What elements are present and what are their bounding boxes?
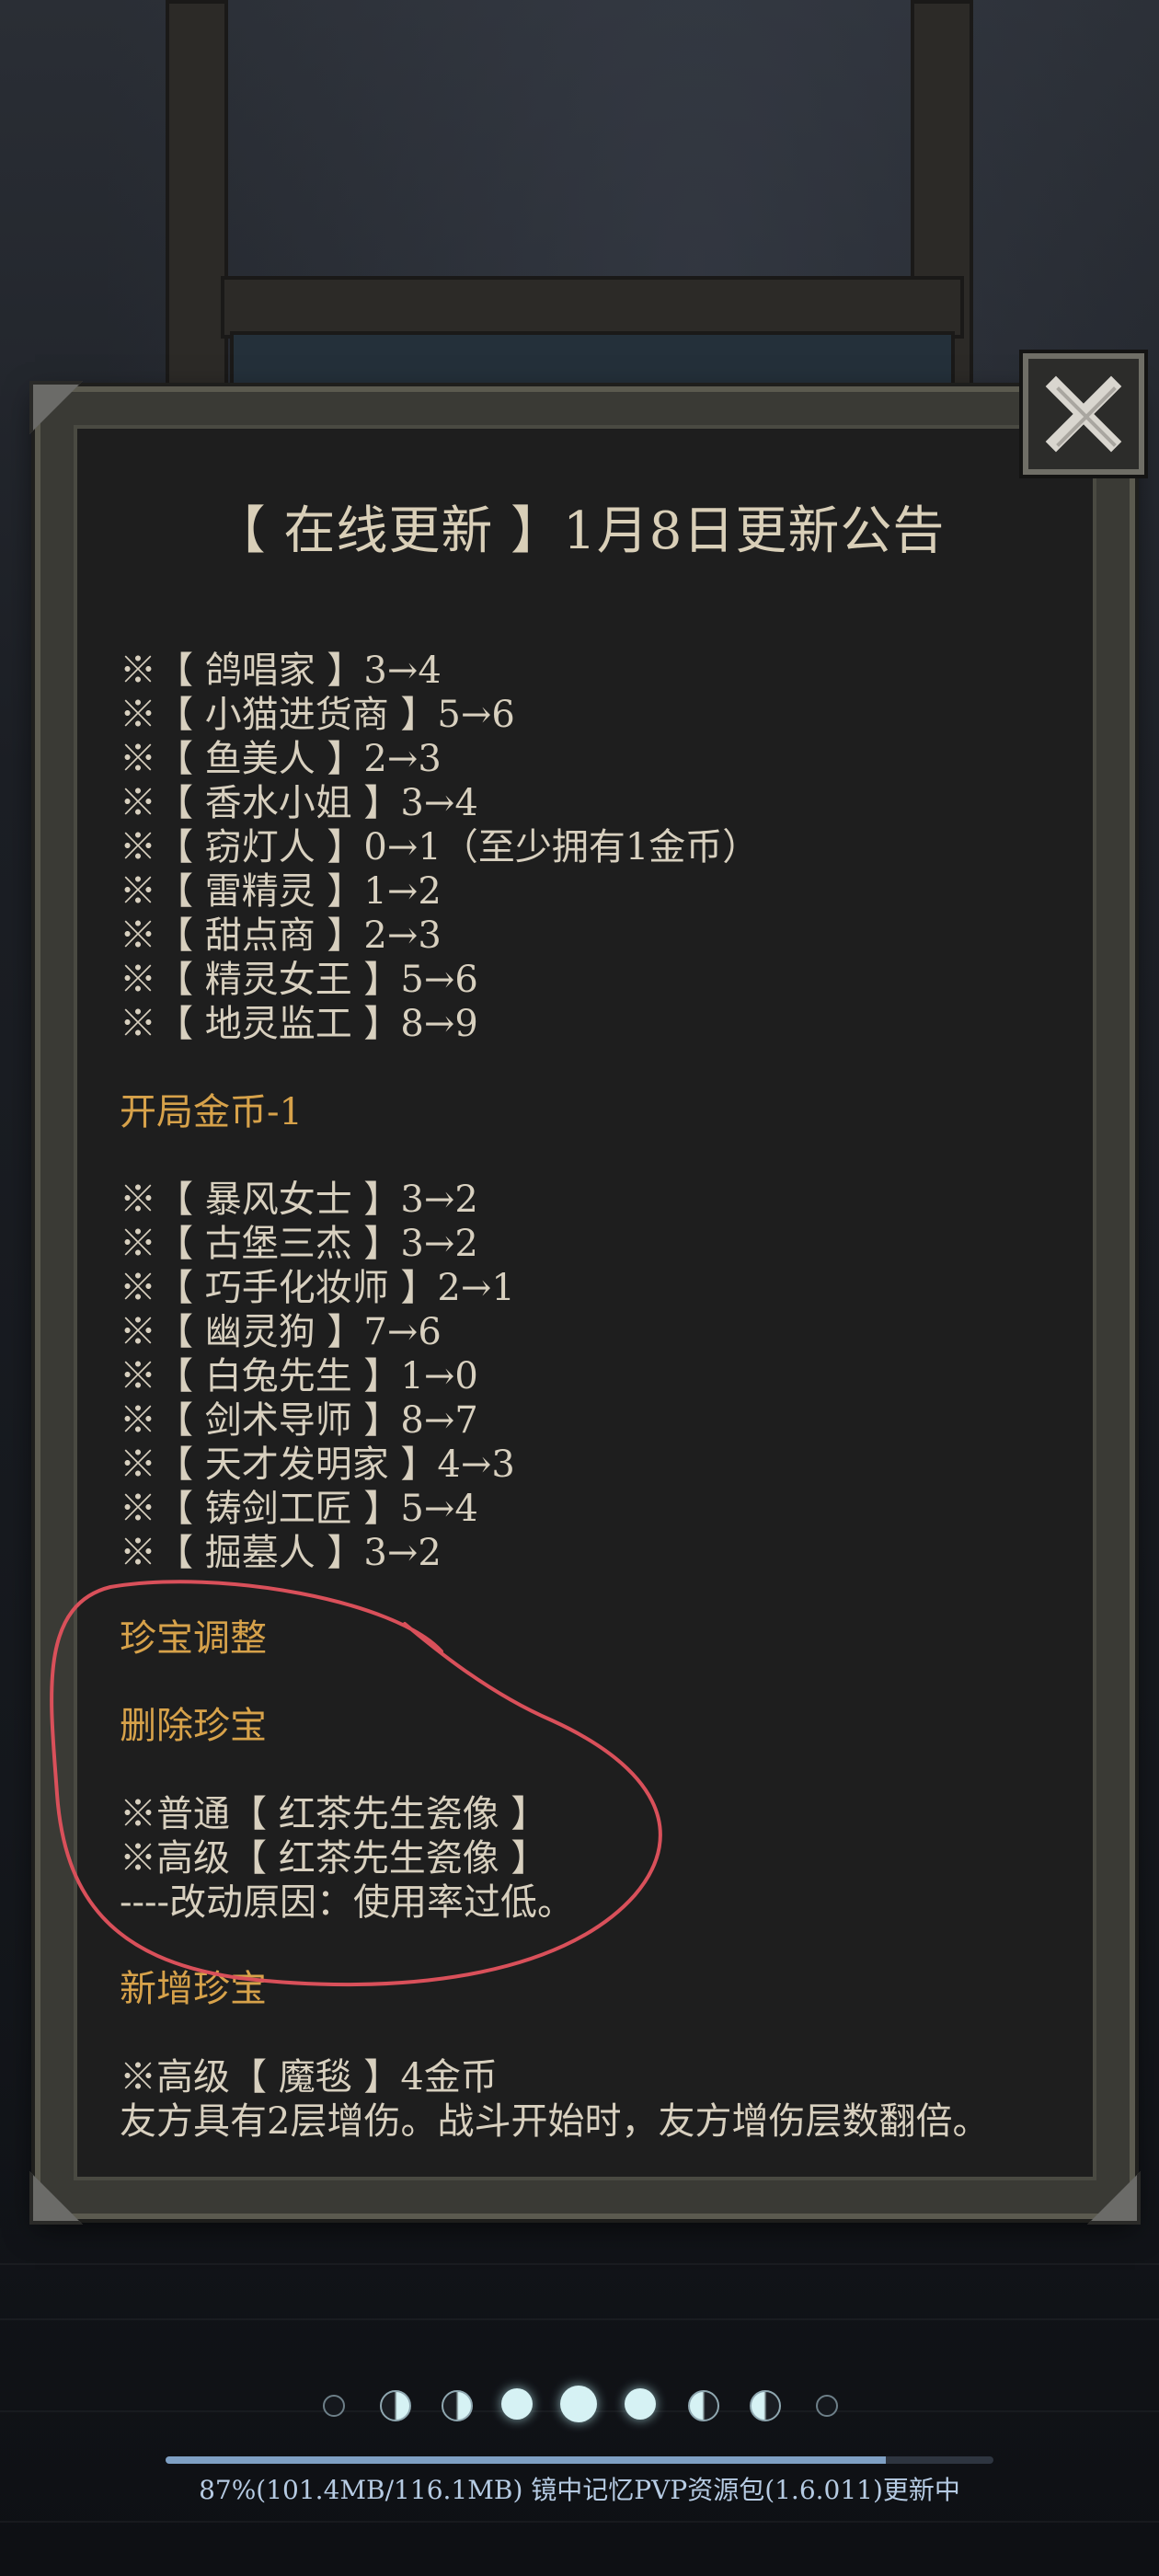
notice-line: ※【 精灵女王 】5→6 <box>120 959 478 1001</box>
section-heading: 开局金币-1 <box>120 1091 303 1133</box>
notice-line: ※【 甜点商 】2→3 <box>120 914 442 957</box>
floor-plank <box>0 2318 1159 2320</box>
notice-line: ※普通【 红茶先生瓷像 】 <box>120 1793 548 1835</box>
notice-line: 友方具有2层增伤。战斗开始时，友方增伤层数翻倍。 <box>120 2100 990 2143</box>
notice-line: ※高级【 红茶先生瓷像 】 <box>120 1837 548 1880</box>
section-heading: 删除珍宝 <box>120 1705 267 1747</box>
notice-line: ※【 鱼美人 】2→3 <box>120 738 442 780</box>
background-beam <box>166 0 228 394</box>
notice-line: ※【 巧手化妆师 】2→1 <box>120 1267 515 1309</box>
notice-line: ※【 香水小姐 】3→4 <box>120 782 478 824</box>
pagination-dot <box>442 2390 473 2421</box>
notice-line: ※【 幽灵狗 】7→6 <box>120 1311 442 1353</box>
download-progress-text: 87%(101.4MB/116.1MB) 镜中记忆PVP资源包(1.6.011)… <box>199 2475 960 2505</box>
notice-line: ※【 铸剑工匠 】5→4 <box>120 1488 478 1530</box>
notice-line: ※【 古堡三杰 】3→2 <box>120 1223 478 1265</box>
notice-line: ※【 暴风女士 】3→2 <box>120 1179 478 1221</box>
download-progress-fill <box>166 2456 886 2464</box>
pagination-dot <box>688 2390 719 2421</box>
floor-plank <box>0 2263 1159 2265</box>
background-beam <box>221 276 964 339</box>
notice-line: ※高级【 魔毯 】4金币 <box>120 2056 498 2099</box>
notice-line: ※【 鸽唱家 】3→4 <box>120 650 442 692</box>
notice-line: ※【 窃灯人 】0→1（至少拥有1金币） <box>120 826 760 868</box>
notice-line: ※【 雷精灵 】1→2 <box>120 870 442 913</box>
pagination-dot <box>625 2388 656 2420</box>
pagination-dot <box>501 2388 533 2420</box>
pagination-dot-active <box>560 2386 597 2422</box>
section-heading: 新增珍宝 <box>120 1968 267 2010</box>
download-progress-bar <box>166 2456 993 2464</box>
floor-plank <box>0 2521 1159 2523</box>
notice-line: ※【 白兔先生 】1→0 <box>120 1355 478 1397</box>
pagination-dot <box>323 2395 345 2417</box>
close-x-icon <box>1045 375 1122 453</box>
notice-line: ※【 地灵监工 】8→9 <box>120 1003 478 1045</box>
section-heading: 珍宝调整 <box>120 1617 267 1660</box>
notice-line: ※【 剑术导师 】8→7 <box>120 1399 478 1442</box>
pagination-dot <box>816 2395 838 2417</box>
notice-line: ----改动原因：使用率过低。 <box>120 1881 575 1924</box>
pagination-dots <box>0 2378 1159 2433</box>
notice-line: ※【 天才发明家 】4→3 <box>120 1443 515 1486</box>
pagination-dot <box>750 2390 781 2421</box>
pagination-dot <box>380 2390 411 2421</box>
notice-line: ※【 掘墓人 】3→2 <box>120 1532 442 1574</box>
close-button[interactable] <box>1023 353 1144 475</box>
notice-title: 【 在线更新 】1月8日更新公告 <box>213 501 946 561</box>
notice-line: ※【 小猫进货商 】5→6 <box>120 694 515 736</box>
